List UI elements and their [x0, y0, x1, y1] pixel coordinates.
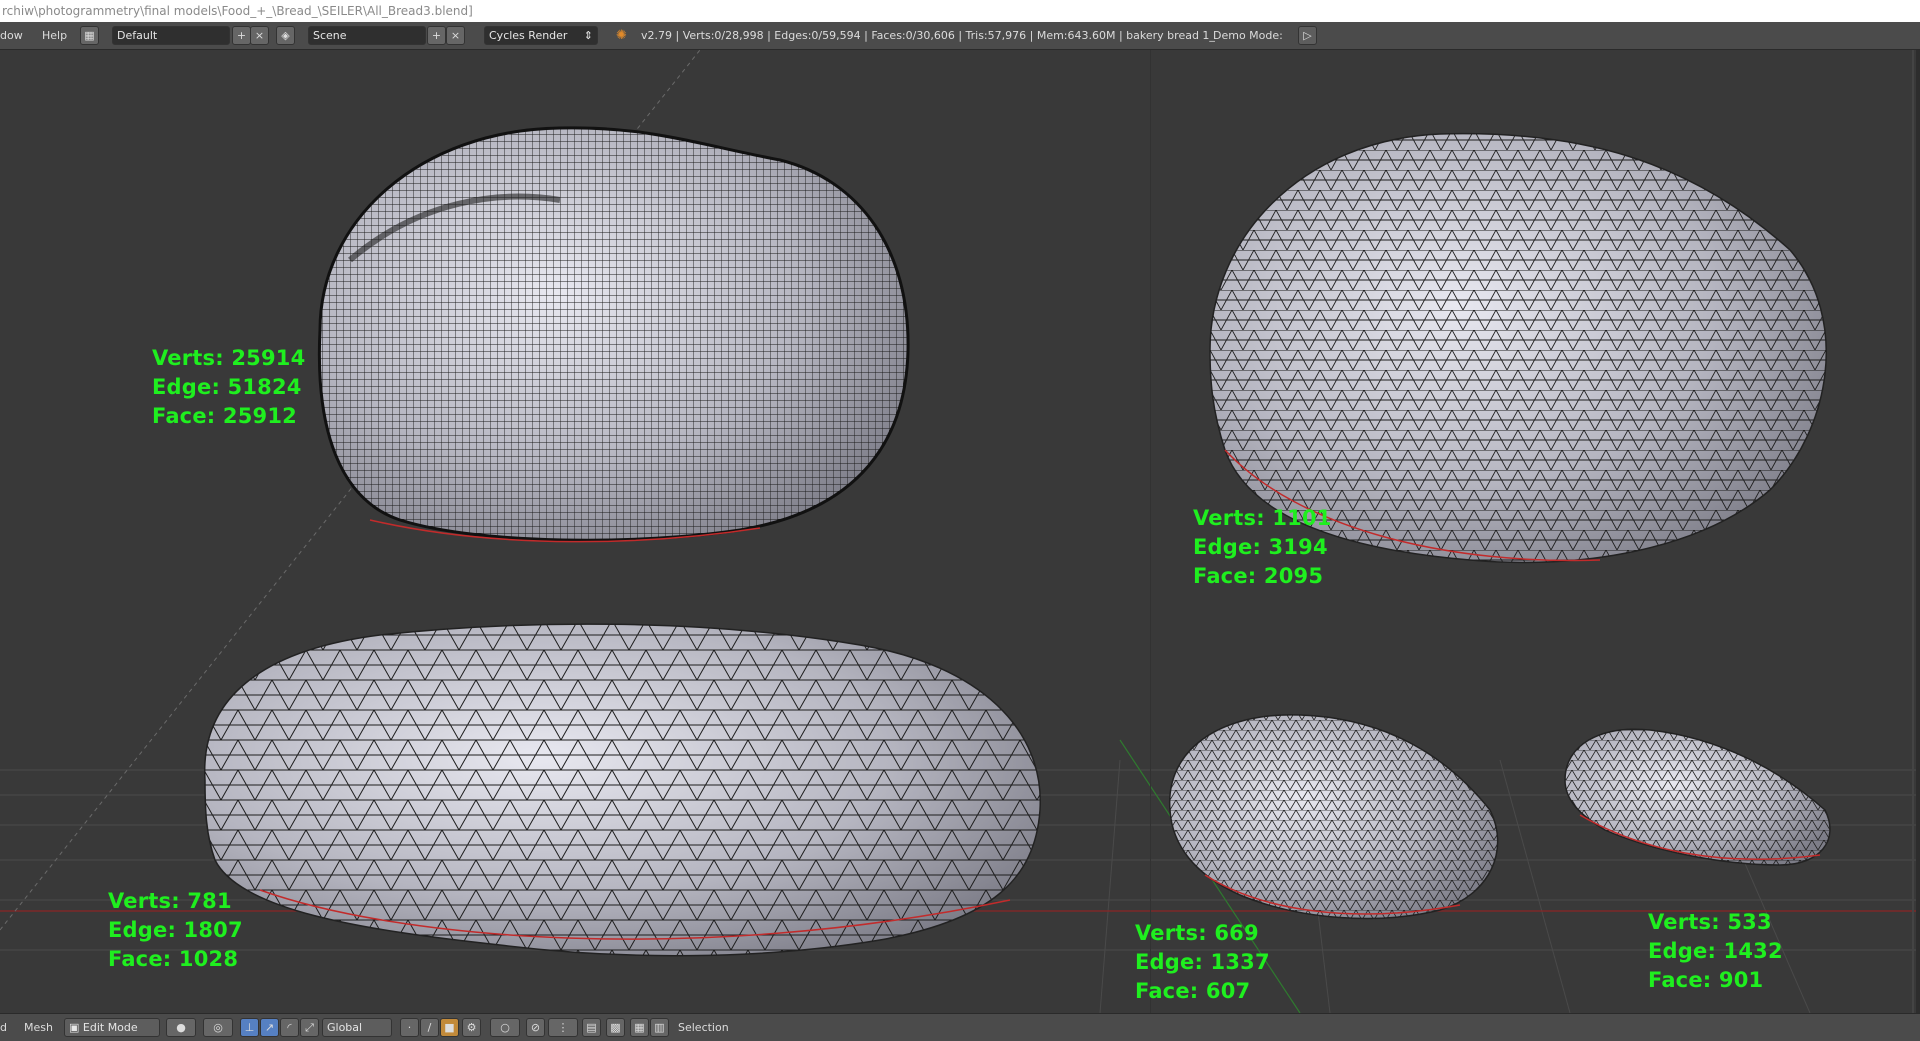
window-title: rchiw\photogrammetry\final models\Food_+… [2, 4, 473, 18]
transform-orientation-dropdown[interactable]: Global [322, 1018, 392, 1037]
menu-mesh[interactable]: Mesh [24, 1014, 53, 1041]
orientation-value: Global [327, 1021, 363, 1034]
manipulator-toggle-icon[interactable]: ⊥ [240, 1018, 259, 1037]
scene-selector[interactable]: Scene [308, 26, 426, 45]
scale-icon[interactable]: ⤢ [300, 1018, 319, 1037]
face-select-icon[interactable]: ■ [440, 1018, 459, 1037]
animation-render-icon[interactable]: ▥ [650, 1018, 669, 1037]
opengl-render-icon[interactable]: ▩ [606, 1018, 625, 1037]
layout-selector[interactable]: Default [112, 26, 230, 45]
translate-icon[interactable]: ↗ [260, 1018, 279, 1037]
viewport-scrollbar[interactable] [1916, 50, 1920, 1013]
edge-count: Edge: 51824 [152, 375, 302, 399]
viewport-scene [0, 50, 1920, 1013]
render-engine-dropdown[interactable]: Cycles Render ⇕ [484, 26, 598, 45]
vertex-select-icon[interactable]: · [400, 1018, 419, 1037]
verts-count: Verts: 781 [108, 889, 232, 913]
info-header: dow Help ▦ Default + × ◈ Scene + × Cycle… [0, 22, 1920, 50]
face-count: Face: 2095 [1193, 564, 1324, 588]
edge-count: Edge: 1432 [1648, 939, 1783, 963]
verts-count: Verts: 1101 [1193, 506, 1332, 530]
mesh-stats-medium-poly: Verts: 1101 Edge: 3194 Face: 2095 [1193, 504, 1332, 591]
3d-view-header: d Mesh ▣ Edit Mode ● ◎ ⊥ ↗ ◜ ⤢ Global · … [0, 1013, 1920, 1041]
render-preview-icon[interactable]: ▤ [582, 1018, 601, 1037]
face-count: Face: 25912 [152, 404, 297, 428]
edge-count: Edge: 1807 [108, 918, 243, 942]
mesh-stats-high-poly: Verts: 25914 Edge: 51824 Face: 25912 [152, 344, 305, 431]
layout-value: Default [117, 29, 158, 42]
scene-value: Scene [313, 29, 347, 42]
menu-view[interactable]: d [0, 1014, 7, 1041]
menu-help[interactable]: Help [42, 22, 67, 49]
screen-layout-icon[interactable]: ▦ [80, 26, 99, 45]
3d-viewport[interactable]: Verts: 25914 Edge: 51824 Face: 25912 Ver… [0, 50, 1920, 1013]
verts-count: Verts: 533 [1648, 910, 1772, 934]
viewport-shading-icon[interactable]: ● [166, 1018, 196, 1037]
mesh-stats-small-b: Verts: 533 Edge: 1432 Face: 901 [1648, 908, 1783, 995]
verts-count: Verts: 25914 [152, 346, 306, 370]
selection-label: Selection [678, 1021, 729, 1034]
mode-dropdown[interactable]: ▣ Edit Mode [64, 1018, 160, 1037]
limit-selection-icon[interactable]: ⚙ [462, 1018, 481, 1037]
mesh-stats-low-poly-long: Verts: 781 Edge: 1807 Face: 1028 [108, 887, 243, 974]
bread-mesh-medium-poly[interactable] [1209, 132, 1827, 564]
menu-window[interactable]: dow [0, 22, 23, 49]
magnet-snap-icon[interactable]: ⊘ [526, 1018, 545, 1037]
face-count: Face: 1028 [108, 947, 239, 971]
edge-count: Edge: 3194 [1193, 535, 1328, 559]
rotate-icon[interactable]: ◜ [280, 1018, 299, 1037]
pivot-point-icon[interactable]: ◎ [203, 1018, 233, 1037]
viewport-region-edge [1912, 50, 1914, 1013]
snap-element-icon[interactable]: ⋮ [548, 1018, 578, 1037]
scene-statistics: v2.79 | Verts:0/28,998 | Edges:0/59,594 … [641, 29, 1215, 42]
bread-mesh-low-poly-long[interactable] [204, 623, 1041, 957]
mode-value: Edit Mode [82, 1021, 138, 1034]
remove-scene-icon[interactable]: × [446, 26, 465, 45]
verts-count: Verts: 669 [1135, 921, 1259, 945]
edit-mode-icon: ▣ [69, 1021, 83, 1034]
dropdown-arrows-icon: ⇕ [583, 29, 593, 42]
bread-mesh-high-poly[interactable] [317, 126, 910, 543]
camera-render-icon[interactable]: ▦ [630, 1018, 649, 1037]
scene-icon[interactable]: ◈ [276, 26, 295, 45]
window-title-bar: rchiw\photogrammetry\final models\Food_+… [0, 0, 1920, 22]
bread-mesh-small-a[interactable] [1169, 714, 1499, 920]
add-layout-icon[interactable]: + [232, 26, 251, 45]
blender-logo-icon: ✺ [616, 28, 627, 43]
add-scene-icon[interactable]: + [427, 26, 446, 45]
demo-mode-label: Demo Mode: [1213, 29, 1283, 42]
edge-count: Edge: 1337 [1135, 950, 1270, 974]
mesh-stats-small-a: Verts: 669 Edge: 1337 Face: 607 [1135, 919, 1270, 1006]
face-count: Face: 901 [1648, 968, 1764, 992]
viewport-divider [1150, 50, 1151, 1013]
play-icon[interactable]: ▷ [1298, 26, 1317, 45]
bread-mesh-small-b[interactable] [1564, 728, 1831, 866]
edge-select-icon[interactable]: / [420, 1018, 439, 1037]
proportional-edit-icon[interactable]: ○ [490, 1018, 520, 1037]
face-count: Face: 607 [1135, 979, 1251, 1003]
remove-layout-icon[interactable]: × [250, 26, 269, 45]
render-engine-value: Cycles Render [489, 29, 568, 42]
